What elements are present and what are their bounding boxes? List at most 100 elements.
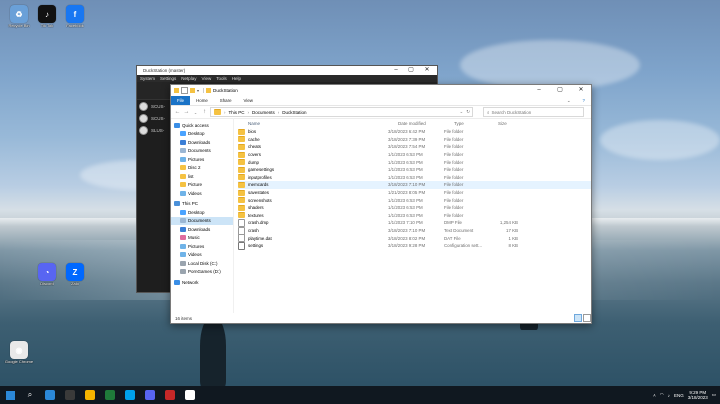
taskbar-app-icon[interactable] (140, 386, 160, 404)
start-button[interactable] (0, 386, 20, 404)
chevron-down-icon[interactable]: ⌄ (459, 109, 463, 115)
column-size[interactable]: Size (498, 121, 528, 126)
file-row[interactable]: inputprofiles 1/1/2023 6:53 PM File folder (238, 174, 591, 182)
file-row[interactable]: screenshots 1/1/2023 6:53 PM File folder (238, 196, 591, 204)
taskbar-app-icon[interactable] (180, 386, 200, 404)
menu-help[interactable]: Help (232, 76, 241, 81)
file-type: File folder (444, 205, 464, 211)
menu-settings[interactable]: Settings (160, 76, 176, 81)
breadcrumb-documents[interactable]: Documents (252, 110, 275, 115)
chevron-down-icon[interactable]: ▾ (197, 88, 201, 93)
details-view-button[interactable] (574, 314, 582, 322)
file-row[interactable]: dump 1/1/2023 6:53 PM File folder (238, 158, 591, 166)
breadcrumb-duckstation[interactable]: DuckStation (282, 110, 306, 115)
tab-home[interactable]: Home (190, 96, 214, 105)
notifications-icon[interactable]: ▭ (712, 392, 716, 398)
volume-icon[interactable]: ♪ (668, 393, 670, 398)
file-date: 1/1/2023 6:53 PM (388, 152, 423, 158)
forward-icon[interactable]: → (183, 109, 190, 115)
breadcrumb-this-pc[interactable]: This PC (229, 110, 245, 115)
nav-item[interactable]: Videos (171, 189, 233, 198)
taskbar-app-icon[interactable] (160, 386, 180, 404)
file-row[interactable]: savestates 1/21/2023 8:05 PM File folder (238, 189, 591, 197)
new-folder-icon[interactable] (190, 88, 195, 93)
menu-view[interactable]: View (202, 76, 212, 81)
search-button[interactable]: ⌕ (20, 386, 40, 404)
column-name[interactable]: Name (238, 121, 398, 126)
file-type: DAT File (444, 235, 461, 241)
taskbar-app-icon[interactable] (60, 386, 80, 404)
back-icon[interactable]: ← (174, 109, 181, 115)
language-indicator[interactable]: ENG (674, 393, 684, 398)
properties-icon[interactable] (181, 87, 188, 94)
nav-item[interactable]: Desktop (171, 208, 233, 217)
column-date-modified[interactable]: Date modified (398, 121, 454, 126)
file-row[interactable]: memcards 3/18/2023 7:10 PM File folder (238, 181, 591, 189)
nav-item[interactable]: This PC (171, 200, 233, 209)
chevron-up-icon[interactable]: ˄ (653, 393, 656, 398)
taskbar-app-icon[interactable] (40, 386, 60, 404)
nav-item-icon (174, 122, 180, 128)
file-type: Configuration sett... (444, 243, 483, 249)
nav-item[interactable]: Disc 2 (171, 164, 233, 173)
tab-share[interactable]: Share (214, 96, 238, 105)
folder-icon (214, 109, 221, 115)
close-button[interactable]: ✕ (420, 66, 434, 75)
menu-system[interactable]: System (140, 76, 155, 81)
address-bar[interactable]: › This PC › Documents › DuckStation ⌄ ↻ (210, 107, 473, 117)
help-icon[interactable]: ? (577, 96, 591, 105)
taskbar-app-icon[interactable] (100, 386, 120, 404)
nav-item[interactable]: Downloads (171, 225, 233, 234)
maximize-button[interactable]: ▢ (553, 85, 567, 96)
nav-item-label: Picture (188, 182, 203, 188)
nav-item[interactable]: Downloads (171, 138, 233, 147)
recent-locations-icon[interactable]: ⌄ (192, 110, 199, 115)
desktop-icon[interactable]: ◉ Google Chrome (2, 340, 36, 378)
column-type[interactable]: Type (454, 121, 498, 126)
nav-item[interactable]: Local Disk (C:) (171, 259, 233, 268)
minimize-button[interactable]: – (532, 85, 546, 96)
search-input[interactable]: ⌕ Search DuckStation (483, 107, 584, 117)
nav-item-icon (180, 252, 186, 258)
nav-item[interactable]: Desktop (171, 130, 233, 139)
nav-item[interactable]: Pictures (171, 155, 233, 164)
refresh-icon[interactable]: ↻ (466, 109, 472, 115)
file-row[interactable]: settings 3/18/2023 9:28 PM Configuration s… (238, 241, 591, 250)
file-row[interactable]: cache 3/18/2023 7:39 PM File folder (238, 136, 591, 144)
minimize-button[interactable]: – (389, 66, 403, 75)
file-explorer-window[interactable]: ▾ DuckStation – ▢ ✕ File Home Share View… (170, 84, 592, 324)
folder-icon (238, 159, 245, 166)
clock[interactable]: 9:29 PM 3/18/2023 (688, 390, 708, 401)
file-row[interactable]: shaders 1/1/2023 6:53 PM File folder (238, 204, 591, 212)
file-row[interactable]: gamesettings 1/1/2023 6:53 PM File folder (238, 166, 591, 174)
nav-item[interactable]: Videos (171, 251, 233, 260)
up-icon[interactable]: ↑ (201, 109, 208, 115)
desktop-icon[interactable]: Z Zalo (58, 262, 92, 300)
nav-item[interactable]: Documents (171, 147, 233, 156)
expand-ribbon-icon[interactable]: ⌄ (561, 96, 577, 105)
file-row[interactable]: bios 3/18/2023 6:42 PM File folder (238, 128, 591, 136)
large-icons-view-button[interactable] (583, 314, 591, 322)
nav-item-icon (174, 279, 180, 285)
status-bar: 16 items (171, 314, 595, 323)
tab-view[interactable]: View (238, 96, 259, 105)
maximize-button[interactable]: ▢ (404, 66, 418, 75)
wifi-icon[interactable]: ◠ (660, 392, 664, 398)
file-row[interactable]: cheats 3/18/2023 7:54 PM File folder (238, 143, 591, 151)
taskbar-app-icon[interactable] (120, 386, 140, 404)
tab-file[interactable]: File (171, 96, 191, 105)
nav-item[interactable]: PornGames (D:) (171, 268, 233, 277)
nav-item[interactable]: Pictures (171, 242, 233, 251)
nav-item[interactable]: Quick access (171, 121, 233, 130)
nav-item[interactable]: Network (171, 278, 233, 287)
menu-netplay[interactable]: Netplay (181, 76, 196, 81)
nav-item[interactable]: list (171, 172, 233, 181)
nav-item[interactable]: Documents (171, 216, 233, 225)
taskbar-app-icon[interactable] (80, 386, 100, 404)
nav-item[interactable]: Picture (171, 181, 233, 190)
menu-tools[interactable]: Tools (216, 76, 227, 81)
close-button[interactable]: ✕ (574, 85, 588, 96)
desktop-icon[interactable]: f Facebook (58, 4, 92, 42)
nav-item[interactable]: Music (171, 234, 233, 243)
file-row[interactable]: covers 1/1/2023 6:53 PM File folder (238, 151, 591, 159)
